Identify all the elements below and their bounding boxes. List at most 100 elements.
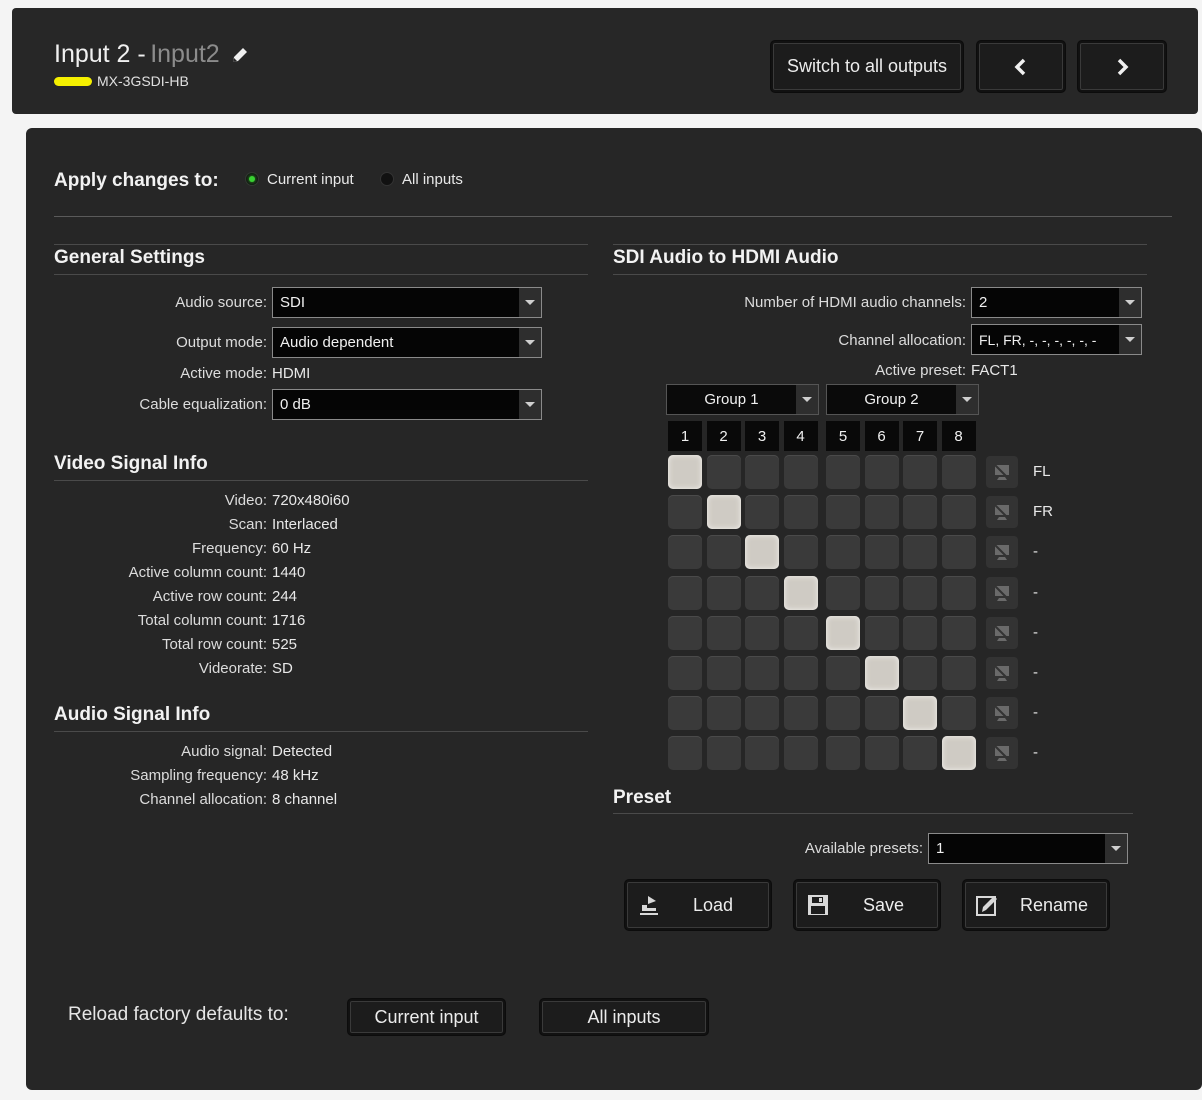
routing-cell[interactable] — [941, 535, 976, 570]
routing-cell[interactable] — [668, 736, 702, 771]
routing-cell[interactable] — [903, 656, 937, 690]
speaker-mute-icon[interactable] — [986, 616, 1018, 649]
routing-cell[interactable] — [864, 696, 899, 731]
previous-input-button[interactable] — [977, 41, 1065, 92]
rename-pencil-icon — [975, 893, 999, 917]
switch-to-all-outputs-button[interactable]: Switch to all outputs — [771, 41, 963, 92]
divider — [54, 731, 588, 732]
routing-cell[interactable] — [668, 656, 702, 690]
routing-cell[interactable] — [941, 615, 976, 650]
active-preset-label: Active preset: — [875, 362, 966, 379]
rename-preset-button[interactable]: Rename — [963, 880, 1109, 930]
speaker-mute-icon[interactable] — [986, 657, 1018, 689]
save-preset-button[interactable]: Save — [794, 880, 940, 930]
speaker-mute-icon[interactable] — [986, 536, 1018, 569]
routing-cell[interactable] — [941, 575, 976, 610]
next-input-button[interactable] — [1078, 41, 1166, 92]
routing-cell[interactable] — [783, 455, 818, 489]
routing-cell[interactable] — [903, 495, 937, 530]
routing-cell[interactable] — [864, 656, 899, 690]
routing-cell[interactable] — [745, 455, 779, 489]
routing-cell[interactable] — [903, 736, 937, 771]
radio-current-input-label[interactable]: Current input — [267, 171, 354, 188]
routing-cell[interactable] — [864, 736, 899, 771]
routing-cell[interactable] — [745, 736, 779, 771]
routing-cell[interactable] — [903, 696, 937, 731]
routing-cell[interactable] — [864, 615, 899, 650]
routing-cell[interactable] — [706, 656, 741, 690]
routing-cell[interactable] — [745, 575, 779, 610]
routing-cell[interactable] — [745, 495, 779, 530]
routing-cell[interactable] — [668, 535, 702, 570]
routing-cell[interactable] — [941, 656, 976, 690]
routing-cell[interactable] — [864, 495, 899, 530]
routing-cell[interactable] — [826, 495, 860, 530]
routing-cell[interactable] — [864, 535, 899, 570]
chevron-down-icon — [1119, 325, 1141, 354]
routing-cell[interactable] — [706, 535, 741, 570]
routing-cell[interactable] — [903, 535, 937, 570]
routing-cell[interactable] — [668, 696, 702, 731]
routing-cell[interactable] — [783, 615, 818, 650]
routing-cell[interactable] — [941, 736, 976, 771]
audio-source-value: SDI — [280, 294, 306, 311]
routing-cell[interactable] — [783, 495, 818, 530]
load-preset-button[interactable]: Load — [625, 880, 771, 930]
routing-cell[interactable] — [668, 455, 702, 489]
routing-cell[interactable] — [826, 535, 860, 570]
routing-cell[interactable] — [706, 495, 741, 530]
routing-cell[interactable] — [941, 455, 976, 489]
reload-all-inputs-button[interactable]: All inputs — [540, 999, 708, 1035]
routing-cell[interactable] — [903, 455, 937, 489]
radio-current-input[interactable] — [245, 172, 259, 186]
available-presets-select[interactable]: 1 — [928, 833, 1128, 864]
routing-cell[interactable] — [745, 615, 779, 650]
routing-cell[interactable] — [783, 535, 818, 570]
output-mode-select[interactable]: Audio dependent — [272, 327, 542, 358]
radio-all-inputs[interactable] — [380, 172, 394, 186]
routing-cell[interactable] — [783, 656, 818, 690]
routing-cell[interactable] — [706, 696, 741, 731]
routing-cell[interactable] — [826, 696, 860, 731]
speaker-mute-icon[interactable] — [986, 496, 1018, 529]
chevron-down-icon — [796, 385, 818, 414]
hdmi-channels-select[interactable]: 2 — [971, 287, 1142, 318]
save-preset-label: Save — [863, 894, 905, 915]
speaker-mute-icon[interactable] — [986, 576, 1018, 609]
routing-cell[interactable] — [745, 696, 779, 731]
pencil-icon[interactable] — [230, 45, 250, 70]
cable-equalization-select[interactable]: 0 dB — [272, 389, 542, 420]
routing-cell[interactable] — [668, 495, 702, 530]
routing-cell[interactable] — [706, 736, 741, 771]
routing-cell[interactable] — [864, 455, 899, 489]
speaker-mute-icon[interactable] — [986, 697, 1018, 730]
speaker-mute-icon[interactable] — [986, 737, 1018, 770]
routing-cell[interactable] — [903, 615, 937, 650]
channel-allocation-select[interactable]: FL, FR, -, -, -, -, -, - — [971, 324, 1142, 355]
routing-cell[interactable] — [941, 495, 976, 530]
routing-cell[interactable] — [745, 656, 779, 690]
reload-current-input-button[interactable]: Current input — [348, 999, 505, 1035]
radio-all-inputs-label[interactable]: All inputs — [402, 171, 463, 188]
routing-cell[interactable] — [941, 696, 976, 731]
routing-cell[interactable] — [826, 736, 860, 771]
routing-cell[interactable] — [668, 615, 702, 650]
group1-select[interactable]: Group 1 — [666, 384, 819, 415]
routing-cell[interactable] — [783, 696, 818, 731]
routing-cell[interactable] — [783, 575, 818, 610]
audio-source-select[interactable]: SDI — [272, 287, 542, 318]
routing-cell[interactable] — [826, 455, 860, 489]
routing-cell[interactable] — [903, 575, 937, 610]
speaker-mute-icon[interactable] — [986, 456, 1018, 488]
routing-cell[interactable] — [826, 615, 860, 650]
routing-cell[interactable] — [706, 575, 741, 610]
routing-cell[interactable] — [706, 615, 741, 650]
routing-cell[interactable] — [668, 575, 702, 610]
routing-cell[interactable] — [745, 535, 779, 570]
routing-cell[interactable] — [783, 736, 818, 771]
routing-cell[interactable] — [826, 656, 860, 690]
routing-cell[interactable] — [706, 455, 741, 489]
routing-cell[interactable] — [864, 575, 899, 610]
routing-cell[interactable] — [826, 575, 860, 610]
group2-select[interactable]: Group 2 — [826, 384, 979, 415]
